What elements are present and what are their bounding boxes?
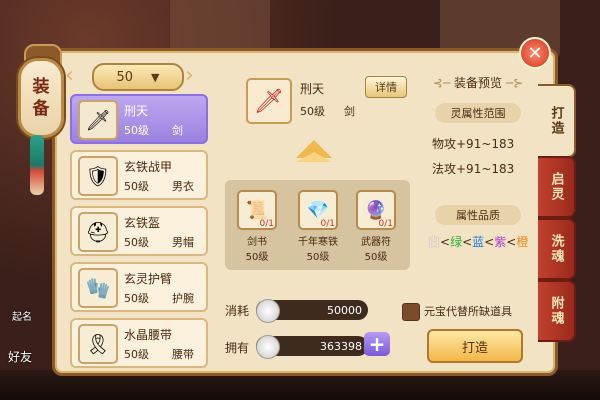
current-item-name: 刑天 xyxy=(300,82,325,96)
helmet-icon: ⛑ xyxy=(78,212,118,252)
craft-button[interactable]: 打造 xyxy=(427,329,523,363)
own-value: 363398 xyxy=(320,339,362,353)
preview-title-text: 装备预览 xyxy=(453,76,502,90)
talisman-icon: 🔮 0/1 xyxy=(356,190,396,230)
quality-part: 橙 xyxy=(516,235,529,249)
list-item-level: 50级 xyxy=(124,180,149,193)
book-icon: 📜 0/1 xyxy=(237,190,277,230)
close-icon: ✕ xyxy=(527,42,543,64)
quality-label: 属性品质 xyxy=(435,205,521,225)
material-name: 千年寒铁 xyxy=(298,237,338,248)
silver-coin-icon xyxy=(256,299,280,323)
list-item-type: 男衣 xyxy=(172,180,194,193)
current-item-icon: 🗡 xyxy=(246,78,292,124)
material-item[interactable]: 📜 0/1 剑书 50级 xyxy=(237,190,277,263)
level-prev-arrow[interactable]: ‹ xyxy=(65,65,85,87)
material-level: 50级 xyxy=(364,252,388,263)
silver-coin-icon xyxy=(256,335,280,359)
upgrade-arrow-highlight xyxy=(296,152,332,162)
material-count: 0/1 xyxy=(378,219,393,229)
ice-iron-icon: 💎 0/1 xyxy=(298,190,338,230)
armor-icon: 🛡 xyxy=(78,156,118,196)
level-dropdown[interactable]: 50 ▼ xyxy=(92,63,184,91)
stat-magic-attack: 法攻+91~183 xyxy=(432,162,515,176)
spirit-range-label: 灵属性范围 xyxy=(435,103,521,123)
list-item-type: 护腕 xyxy=(172,292,194,305)
list-item-level: 50级 xyxy=(124,124,149,137)
level-next-arrow[interactable]: › xyxy=(185,65,205,87)
side-tab[interactable]: 启灵 xyxy=(538,156,576,218)
consume-label: 消耗 xyxy=(225,304,250,318)
level-value: 50 xyxy=(116,69,134,85)
chevron-down-icon: ▼ xyxy=(151,70,160,84)
list-item[interactable]: 🗡 刑天 50级 剑 xyxy=(70,94,208,144)
yuanbao-label: 元宝代替所缺道具 xyxy=(424,305,512,318)
list-item-name: 玄灵护臂 xyxy=(124,272,173,286)
list-item-name: 玄铁盔 xyxy=(124,216,161,230)
current-item-type: 剑 xyxy=(344,105,355,118)
list-item-level: 50级 xyxy=(124,348,149,361)
material-item[interactable]: 💎 0/1 千年寒铁 50级 xyxy=(298,190,338,263)
material-name: 武器符 xyxy=(361,237,391,248)
consume-value: 50000 xyxy=(327,303,362,317)
quality-part: < xyxy=(462,235,473,249)
ornament-right: ─⊱ xyxy=(502,76,524,90)
yuanbao-checkbox[interactable] xyxy=(402,303,420,321)
quality-part: < xyxy=(484,235,495,249)
list-item[interactable]: ⛑ 玄铁盔 50级 男帽 xyxy=(70,206,208,256)
left-side-hud: 起名 好友 xyxy=(0,300,48,400)
list-item-name: 玄铁战甲 xyxy=(124,160,173,174)
sign-char: 装 xyxy=(32,77,50,97)
side-tab[interactable]: 打造 xyxy=(538,84,576,158)
list-item-type: 男帽 xyxy=(172,236,194,249)
quality-part: < xyxy=(440,235,451,249)
list-item[interactable]: 🧤 玄灵护臂 50级 护腕 xyxy=(70,262,208,312)
quality-part: 紫 xyxy=(494,235,507,249)
ornament-left: ⊰─ xyxy=(432,76,454,90)
quality-part: 白 xyxy=(428,235,441,249)
add-currency-button[interactable]: + xyxy=(364,332,390,356)
stat-physical-attack: 物攻+91~183 xyxy=(432,137,515,151)
friends-button[interactable]: 好友 xyxy=(8,348,32,365)
sword-icon: 🗡 xyxy=(78,100,118,140)
quality-part: 绿 xyxy=(450,235,463,249)
list-item[interactable]: 🛡 玄铁战甲 50级 男衣 xyxy=(70,150,208,200)
left-hud-label[interactable]: 起名 xyxy=(12,308,32,323)
bracer-icon: 🧤 xyxy=(78,268,118,308)
belt-icon: 🎗 xyxy=(78,324,118,364)
side-tab[interactable]: 洗魂 xyxy=(538,218,576,280)
list-item-name: 刑天 xyxy=(124,104,149,118)
close-button[interactable]: ✕ xyxy=(519,37,551,69)
quality-part: < xyxy=(506,235,517,249)
list-item[interactable]: 🎗 水晶腰带 50级 腰带 xyxy=(70,318,208,368)
material-count: 0/1 xyxy=(320,219,335,229)
quality-part: 蓝 xyxy=(472,235,485,249)
material-count: 0/1 xyxy=(259,219,274,229)
detail-button[interactable]: 详情 xyxy=(365,76,407,98)
side-tab[interactable]: 附魂 xyxy=(538,280,576,342)
preview-title: ⊰─ 装备预览 ─⊱ xyxy=(418,74,538,91)
tassel-ornament xyxy=(30,135,44,195)
own-label: 拥有 xyxy=(225,341,250,355)
list-item-level: 50级 xyxy=(124,292,149,305)
list-item-level: 50级 xyxy=(124,236,149,249)
material-level: 50级 xyxy=(245,252,269,263)
equipment-sign: 装 备 xyxy=(18,58,64,138)
quality-order: 白<绿<蓝<紫<橙 xyxy=(428,233,528,250)
list-item-type: 剑 xyxy=(172,124,183,137)
sign-char: 备 xyxy=(32,99,50,119)
material-item[interactable]: 🔮 0/1 武器符 50级 xyxy=(356,190,396,263)
current-item-level: 50级 xyxy=(300,105,325,118)
material-level: 50级 xyxy=(306,252,330,263)
list-item-name: 水晶腰带 xyxy=(124,328,173,342)
list-item-type: 腰带 xyxy=(172,348,194,361)
material-name: 剑书 xyxy=(247,237,267,248)
